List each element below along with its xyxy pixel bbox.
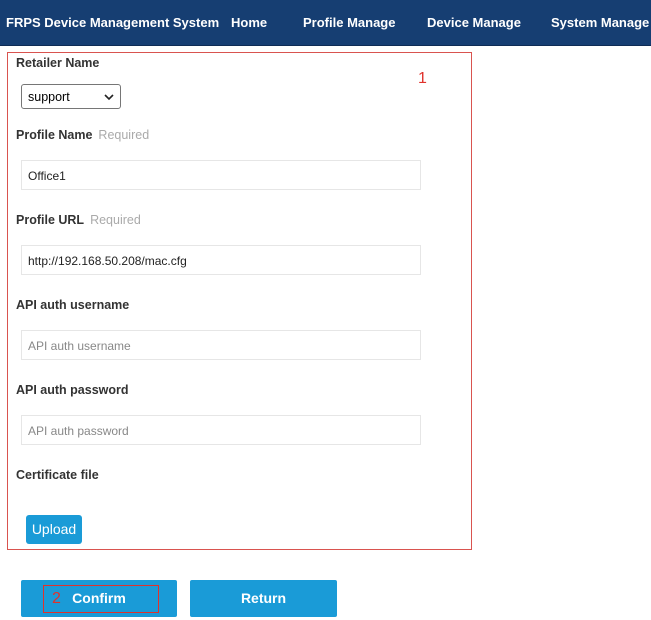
api-username-label: API auth username: [16, 298, 130, 312]
return-button[interactable]: Return: [190, 580, 337, 617]
profile-url-label-text: Profile URL: [16, 213, 85, 227]
profile-name-label-text: Profile Name: [16, 128, 93, 142]
api-username-input[interactable]: API auth username: [21, 330, 421, 360]
nav-profile-manage[interactable]: Profile Manage: [303, 15, 395, 30]
nav-home[interactable]: Home: [231, 15, 267, 30]
nav-device-manage[interactable]: Device Manage: [427, 15, 521, 30]
app-title: FRPS Device Management System: [6, 15, 220, 30]
chevron-down-icon: [104, 94, 114, 101]
certificate-file-label: Certificate file: [16, 468, 99, 482]
profile-name-input[interactable]: Office1: [21, 160, 421, 190]
required-hint: Required: [98, 128, 150, 142]
profile-url-input[interactable]: http://192.168.50.208/mac.cfg: [21, 245, 421, 275]
top-navigation-bar: FRPS Device Management System Home Profi…: [0, 0, 651, 46]
confirm-button[interactable]: Confirm: [21, 580, 177, 617]
nav-system-manage[interactable]: System Manage: [551, 15, 649, 30]
upload-button[interactable]: Upload: [26, 515, 82, 544]
api-password-input[interactable]: API auth password: [21, 415, 421, 445]
retailer-select-value: support: [28, 90, 70, 104]
profile-name-label: Profile Name Required: [16, 128, 149, 142]
profile-url-label: Profile URL Required: [16, 213, 141, 227]
annotation-1: 1: [418, 70, 427, 87]
annotation-2: 2: [52, 590, 61, 607]
required-hint: Required: [90, 213, 141, 227]
retailer-select[interactable]: support: [21, 84, 121, 109]
api-password-label: API auth password: [16, 383, 129, 397]
retailer-name-label: Retailer Name: [16, 56, 100, 70]
